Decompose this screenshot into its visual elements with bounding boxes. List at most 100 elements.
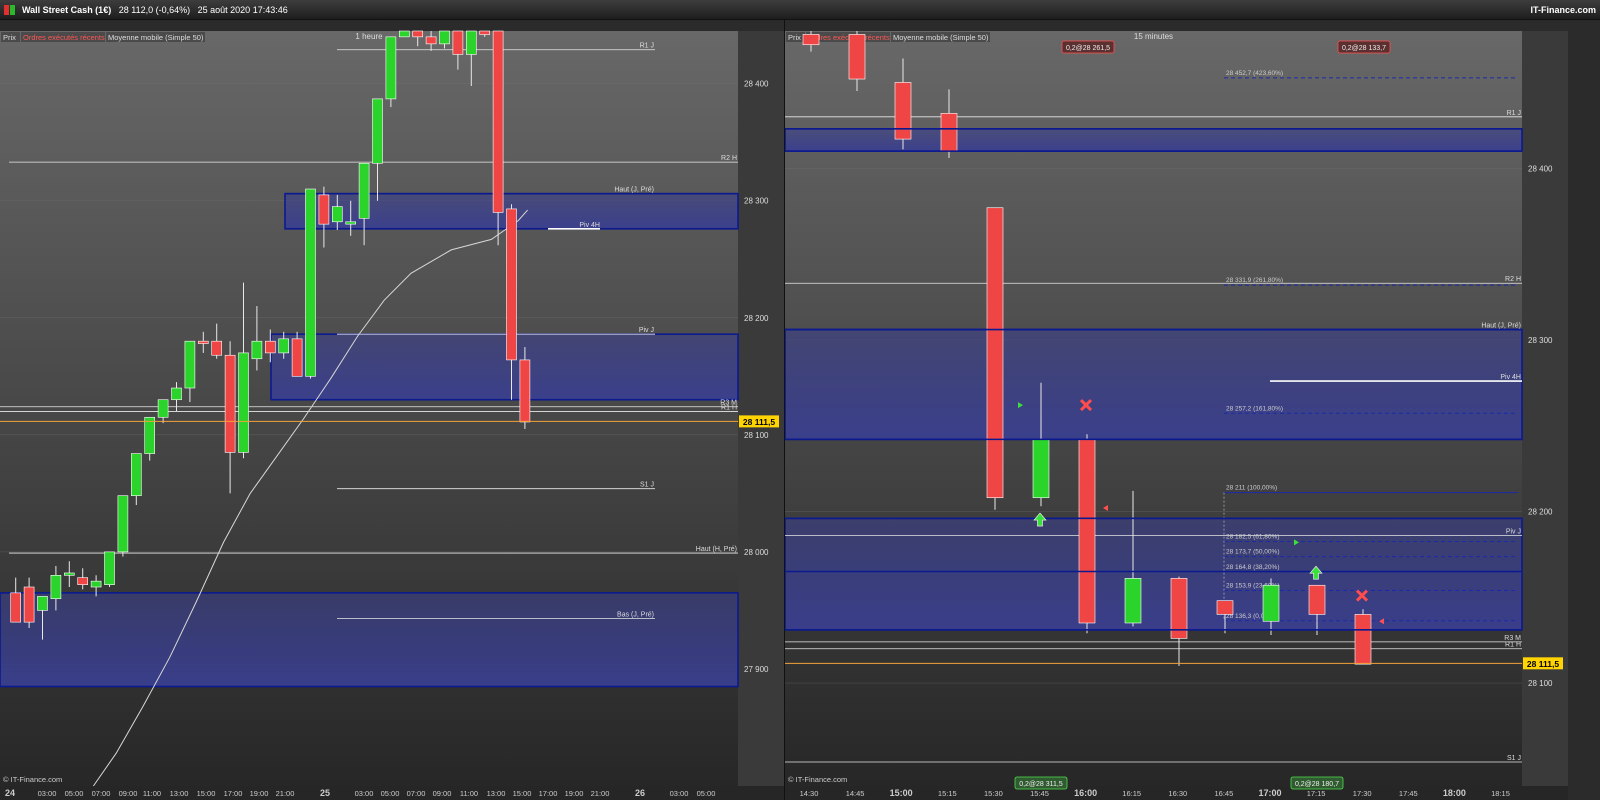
x-tick-label: 24 xyxy=(5,788,15,798)
candle-down xyxy=(802,34,820,46)
pivot-level-label: Haut (J, Pré) xyxy=(614,187,654,194)
x-tick-label: 17:30 xyxy=(1353,789,1372,798)
x-tick-label: 07:00 xyxy=(92,789,111,798)
legend-item: Prix xyxy=(788,33,801,42)
candle-up xyxy=(117,495,129,553)
x-tick-label: 26 xyxy=(635,788,645,798)
title-bar: Wall Street Cash (1€) 28 112,0 (-0,64%) … xyxy=(0,0,1600,20)
pivot-zone xyxy=(270,333,739,401)
candle-up xyxy=(184,340,196,389)
candle-up xyxy=(144,416,155,454)
pivot-level-label: Haut (J, Pré) xyxy=(1481,323,1521,330)
x-tick-label: 17:00 xyxy=(539,789,558,798)
candle-up xyxy=(50,575,62,600)
fibonacci-label: 28 173,7 (50,00%) xyxy=(1226,549,1279,556)
pivot-zone xyxy=(784,328,1523,441)
flag-icon xyxy=(4,5,9,15)
order-badge-label: 0,2@28 180,7 xyxy=(1295,781,1339,788)
y-tick-label: 28 100 xyxy=(1528,679,1553,688)
x-tick-label: 11:00 xyxy=(460,789,478,798)
last-price-label: 28 111,5 xyxy=(743,417,775,427)
candle-down xyxy=(318,194,330,225)
pivot-level-label: R2 H xyxy=(721,155,737,162)
candle-down xyxy=(425,36,437,45)
instrument-price: 28 112,0 xyxy=(118,5,154,15)
candle-up xyxy=(131,453,142,497)
instrument-info: Wall Street Cash (1€) 28 112,0 (-0,64%) … xyxy=(22,5,288,15)
candle-up xyxy=(465,30,477,55)
x-tick-label: 15:00 xyxy=(513,789,532,798)
candle-up xyxy=(157,399,169,418)
x-tick-label: 05:00 xyxy=(697,789,716,798)
chart-panel-quarter-hour: 28 10028 20028 30028 40015 minutesPrix Or… xyxy=(784,31,1568,800)
candle-down xyxy=(492,30,504,213)
instrument-change: (-0,64%) xyxy=(155,5,191,15)
candle-down xyxy=(224,354,236,453)
candle-up xyxy=(331,206,343,223)
pivot-level-label: Piv 4H xyxy=(1500,374,1521,381)
candle-up xyxy=(90,580,102,588)
fibonacci-label: 28 164,8 (38,20%) xyxy=(1226,564,1279,571)
pivot-level-label: R2 H xyxy=(1505,276,1521,283)
x-tick-label: 03:00 xyxy=(38,789,57,798)
candle-down xyxy=(412,30,424,38)
order-badge-label: 0,2@28 311,5 xyxy=(1019,781,1063,788)
x-tick-label: 03:00 xyxy=(670,789,689,798)
x-tick-label: 13:00 xyxy=(170,789,189,798)
pivot-level-label: Piv J xyxy=(639,327,654,334)
x-tick-label: 03:00 xyxy=(355,789,374,798)
candle-down xyxy=(986,207,1004,499)
order-badge-label: 0,2@28 261,5 xyxy=(1066,45,1110,52)
x-tick-label: 17:00 xyxy=(1258,788,1281,798)
last-price-label: 28 111,5 xyxy=(1527,659,1559,669)
candle-down xyxy=(264,340,276,354)
candle-up xyxy=(1032,439,1050,499)
candle-down xyxy=(452,30,464,55)
candle-up xyxy=(358,162,370,219)
y-tick-label: 28 400 xyxy=(1528,164,1553,173)
pivot-level-label: Piv 4H xyxy=(579,222,600,229)
x-tick-label: 19:00 xyxy=(565,789,584,798)
pivot-level-label: S1 J xyxy=(1507,755,1521,762)
x-tick-label: 18:15 xyxy=(1491,789,1510,798)
x-tick-label: 16:45 xyxy=(1215,789,1234,798)
x-tick-label: 09:00 xyxy=(433,789,452,798)
x-tick-label: 25 xyxy=(320,788,330,798)
candle-down xyxy=(519,359,531,423)
pivot-zone xyxy=(0,592,739,688)
chart-title: 1 heure xyxy=(355,32,383,41)
x-tick-label: 15:45 xyxy=(1030,789,1049,798)
charts-area[interactable]: 27 900 28 000 28 100 28 200 28 300 28 400 1 he… xyxy=(0,20,1600,800)
candle-down xyxy=(211,340,222,356)
candle-down xyxy=(1308,584,1326,615)
candle-down xyxy=(77,577,88,585)
fibonacci-label: 28 182,5 (61,80%) xyxy=(1226,533,1279,540)
fibonacci-label: 28 331,9 (261,80%) xyxy=(1226,277,1283,284)
candle-up xyxy=(1124,578,1142,624)
candle-down xyxy=(1354,614,1372,665)
x-tick-label: 16:15 xyxy=(1122,789,1141,798)
candle-down xyxy=(848,34,866,80)
x-tick-label: 17:15 xyxy=(1307,789,1326,798)
x-tick-label: 17:45 xyxy=(1399,789,1418,798)
y-tick-label: 28 200 xyxy=(744,314,769,323)
candle-up xyxy=(278,338,290,354)
y-tick-label: 28 000 xyxy=(744,548,769,557)
x-tick-label: 21:00 xyxy=(591,789,610,798)
candle-up xyxy=(251,340,263,360)
order-badge-label: 0,2@28 133,7 xyxy=(1342,45,1386,52)
x-tick-label: 21:00 xyxy=(276,789,295,798)
candle-up xyxy=(64,572,75,576)
x-tick-label: 05:00 xyxy=(381,789,400,798)
chart-title: 15 minutes xyxy=(1134,32,1173,41)
x-tick-label: 15:00 xyxy=(197,789,216,798)
legend-item: Ordres exécutés récents xyxy=(23,33,105,42)
x-tick-label: 05:00 xyxy=(65,789,84,798)
x-tick-label: 13:00 xyxy=(487,789,506,798)
watermark: © IT-Finance.com xyxy=(3,775,62,784)
x-tick-label: 15:15 xyxy=(938,789,957,798)
candle-up xyxy=(305,188,316,377)
y-axis-background xyxy=(1522,31,1568,786)
candle-down xyxy=(198,340,209,344)
candle-down xyxy=(1078,439,1096,624)
